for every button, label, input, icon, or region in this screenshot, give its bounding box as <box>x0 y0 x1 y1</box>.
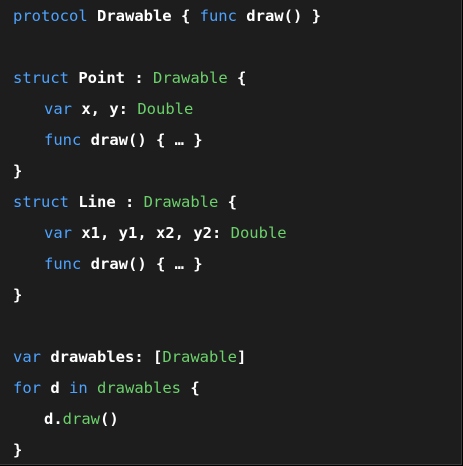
code-line-for-loop: for d in drawables { <box>13 377 200 399</box>
code-keyword: func <box>199 7 237 25</box>
code-keyword: var <box>44 100 72 118</box>
code-text: draw() { … } <box>81 255 203 273</box>
code-text: x1, y1, x2, y2: <box>72 224 231 242</box>
code-keyword: var <box>44 224 72 242</box>
code-text: { <box>227 69 247 87</box>
code-text: () <box>100 410 119 428</box>
code-line-drawables-var: var drawables: [Drawable] <box>13 346 246 368</box>
code-function-call: draw <box>62 410 100 428</box>
code-line-protocol-declaration: protocol Drawable { func draw() } <box>13 5 321 27</box>
code-type: Double <box>230 224 287 242</box>
code-type: Drawable <box>153 69 228 87</box>
code-line-close-brace: } <box>13 439 22 461</box>
code-keyword: var <box>13 348 41 366</box>
code-identifier: drawables <box>97 379 182 397</box>
code-text: } <box>13 441 23 459</box>
code-type: Drawable <box>143 193 219 211</box>
code-keyword: for <box>13 379 41 397</box>
code-text: ] <box>236 348 247 366</box>
code-line-point-vars: var x, y: Double <box>44 98 193 120</box>
code-line-struct-line: struct Line : Drawable { <box>13 191 237 213</box>
code-text: { <box>218 193 237 211</box>
code-keyword: func <box>44 131 82 149</box>
code-keyword: in <box>69 379 88 397</box>
code-line-close-brace: } <box>13 284 22 306</box>
code-type: Drawable <box>162 348 237 366</box>
code-text: Point : <box>69 69 153 87</box>
code-snippet: protocol Drawable { func draw() } struct… <box>0 0 462 465</box>
code-text: d <box>41 379 69 397</box>
code-keyword: protocol <box>13 7 88 25</box>
code-text: draw() { … } <box>81 131 203 149</box>
code-text: draw() } <box>236 7 321 25</box>
code-text: Line : <box>69 193 144 211</box>
code-text: { <box>181 379 200 397</box>
code-line-line-vars: var x1, y1, x2, y2: Double <box>44 222 287 244</box>
code-text: } <box>13 162 23 180</box>
code-line-draw-call: d.draw() <box>44 408 119 430</box>
code-text: x, y: <box>72 100 138 118</box>
code-keyword: struct <box>13 69 69 87</box>
code-text: d. <box>44 410 63 428</box>
code-line-line-draw: func draw() { … } <box>44 253 203 275</box>
code-keyword: func <box>44 255 82 273</box>
code-line-point-draw: func draw() { … } <box>44 129 203 151</box>
code-text: Drawable { <box>87 7 200 25</box>
code-line-close-brace: } <box>13 160 22 182</box>
code-text: } <box>13 286 23 304</box>
code-type: Double <box>137 100 194 118</box>
code-text: drawables: [ <box>41 348 163 366</box>
code-keyword: struct <box>13 193 69 211</box>
code-line-struct-point: struct Point : Drawable { <box>13 67 246 89</box>
